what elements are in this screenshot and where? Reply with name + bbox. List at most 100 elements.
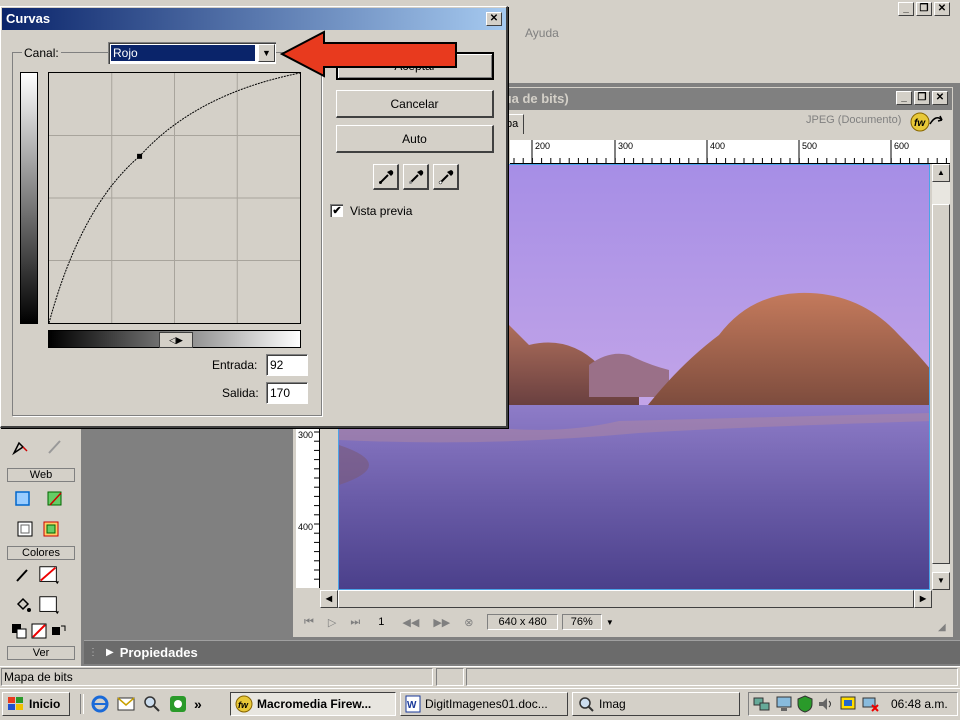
- stroke-color-icon[interactable]: [12, 564, 34, 586]
- preview-checkbox[interactable]: ✔: [330, 204, 343, 217]
- document-statusbar: ⏮ ▷ ⏭ 1 ◀◀ ▶▶ ⊗ 640 x 480 76% ▼: [294, 610, 952, 634]
- preview-label[interactable]: Vista previa: [350, 204, 412, 218]
- app-maximize-button[interactable]: ❐: [916, 2, 932, 16]
- start-button[interactable]: Inicio: [2, 692, 70, 716]
- doc-minimize-button[interactable]: _: [896, 91, 912, 105]
- svg-text:W: W: [407, 700, 417, 711]
- doc-maximize-button[interactable]: ❐: [914, 91, 930, 105]
- dialog-title: Curvas: [6, 11, 51, 26]
- canvas-backdrop: [320, 420, 338, 590]
- ruler-left-label: 300: [298, 430, 314, 440]
- media-icon[interactable]: [168, 694, 188, 714]
- tools-section-web: Web: [7, 468, 75, 482]
- clock[interactable]: 06:48 a.m.: [891, 697, 948, 711]
- dialog-titlebar[interactable]: Curvas ✕: [2, 8, 506, 30]
- stop-icon[interactable]: ⊗: [464, 616, 473, 629]
- stroke-color-swatch[interactable]: [38, 564, 60, 586]
- image-size: 640 x 480: [487, 614, 558, 630]
- scroll-thumb[interactable]: [932, 204, 950, 564]
- document-window-controls: _ ❐ ✕: [896, 91, 948, 105]
- swap-colors-icon[interactable]: [48, 620, 70, 642]
- channel-select-value: Rojo: [110, 44, 256, 62]
- cancel-button-label: Cancelar: [390, 96, 439, 111]
- input-label: Entrada:: [212, 358, 258, 372]
- scroll-right-button[interactable]: ▶: [914, 590, 932, 608]
- export-wizard-icon[interactable]: fw: [910, 110, 946, 134]
- black-eyedropper-button[interactable]: [373, 164, 399, 190]
- ruler-top-label: 600: [894, 141, 910, 151]
- expand-arrow-icon: ▶: [106, 647, 114, 658]
- display-icon[interactable]: [839, 695, 857, 713]
- fireworks-app-icon: fw: [235, 695, 253, 713]
- app-statusbar: Mapa de bits: [0, 666, 960, 688]
- hotspot-tool-icon[interactable]: [12, 488, 34, 510]
- canvas-horizontal-scrollbar[interactable]: ◀ ▶: [320, 590, 932, 608]
- fill-color-icon[interactable]: [12, 594, 34, 616]
- show-slices-icon[interactable]: [40, 518, 62, 540]
- play-icon[interactable]: ▷: [328, 616, 336, 629]
- start-label: Inicio: [29, 697, 61, 711]
- resize-grip-icon[interactable]: ◢: [938, 622, 952, 636]
- gray-eyedropper-button[interactable]: [403, 164, 429, 190]
- scroll-down-button[interactable]: ▼: [932, 572, 950, 590]
- hscroll-thumb[interactable]: [338, 590, 914, 608]
- app-minimize-button[interactable]: _: [898, 2, 914, 16]
- menu-ayuda[interactable]: Ayuda: [525, 26, 559, 40]
- channel-select[interactable]: Rojo ▼: [108, 42, 276, 64]
- document-title: ıa de bits): [508, 91, 569, 106]
- hide-slices-icon[interactable]: [14, 518, 36, 540]
- no-color-icon[interactable]: [28, 620, 50, 642]
- default-colors-icon[interactable]: [8, 620, 30, 642]
- ruler-top-label: 400: [710, 141, 726, 151]
- ruler-top-label: 300: [618, 141, 634, 151]
- quicklaunch-divider: [80, 694, 84, 714]
- scroll-left-button[interactable]: ◀: [320, 590, 338, 608]
- error-computer-icon[interactable]: [861, 695, 879, 713]
- doc-close-button[interactable]: ✕: [932, 91, 948, 105]
- app-close-button[interactable]: ✕: [934, 2, 950, 16]
- status-cell: [466, 668, 958, 686]
- first-frame-icon[interactable]: ⏮: [304, 616, 314, 629]
- curve-control-point[interactable]: [137, 153, 143, 159]
- next-frame-icon[interactable]: ▶▶: [433, 616, 450, 629]
- quicklaunch-chevron[interactable]: »: [194, 696, 202, 712]
- chevron-down-icon[interactable]: ▼: [258, 44, 275, 62]
- output-value-field[interactable]: 170: [266, 382, 308, 404]
- frame-number: 1: [378, 616, 385, 628]
- curve-graph[interactable]: [48, 72, 301, 324]
- taskbar-item-imag[interactable]: Imag: [572, 692, 740, 716]
- white-eyedropper-button[interactable]: [433, 164, 459, 190]
- taskbar-item-fireworks[interactable]: fw Macromedia Firew...: [230, 692, 396, 716]
- auto-button[interactable]: Auto: [336, 125, 494, 153]
- status-cell: [436, 668, 464, 686]
- shield-icon[interactable]: [797, 695, 813, 713]
- knife-tool-icon[interactable]: [44, 436, 66, 458]
- svg-text:fw: fw: [914, 118, 926, 129]
- quicklaunch: »: [80, 692, 220, 716]
- pen-tool-icon[interactable]: [10, 436, 32, 458]
- canvas-vertical-scrollbar[interactable]: ▲ ▼: [932, 164, 950, 590]
- last-frame-icon[interactable]: ⏭: [350, 616, 360, 629]
- fill-color-swatch[interactable]: [38, 594, 60, 616]
- zoom-dropdown-icon[interactable]: ▼: [606, 618, 614, 627]
- gradient-toggle-button[interactable]: ◁▶: [159, 332, 193, 348]
- dialog-close-button[interactable]: ✕: [486, 12, 502, 26]
- prev-frame-icon[interactable]: ◀◀: [402, 616, 419, 629]
- outlook-icon[interactable]: [116, 694, 136, 714]
- network-icon[interactable]: [753, 695, 771, 713]
- output-label: Salida:: [222, 386, 259, 400]
- taskbar-item-word[interactable]: W DigitImagenes01.doc...: [400, 692, 568, 716]
- internet-explorer-icon[interactable]: [90, 694, 110, 714]
- input-value-field[interactable]: 92: [266, 354, 308, 376]
- red-arrow-icon: [280, 30, 457, 78]
- zoom-level[interactable]: 76%: [561, 614, 602, 630]
- monitor-icon[interactable]: [775, 695, 793, 713]
- slice-tool-icon[interactable]: [44, 488, 66, 510]
- properties-panel-bar[interactable]: ⋮ ▶ Propiedades: [84, 640, 960, 664]
- scroll-up-button[interactable]: ▲: [932, 164, 950, 182]
- search-icon[interactable]: [142, 694, 162, 714]
- input-gradient-bar[interactable]: ◁▶: [48, 330, 301, 348]
- cancel-button[interactable]: Cancelar: [336, 90, 494, 118]
- output-gradient-bar: [20, 72, 38, 324]
- volume-icon[interactable]: [817, 695, 835, 713]
